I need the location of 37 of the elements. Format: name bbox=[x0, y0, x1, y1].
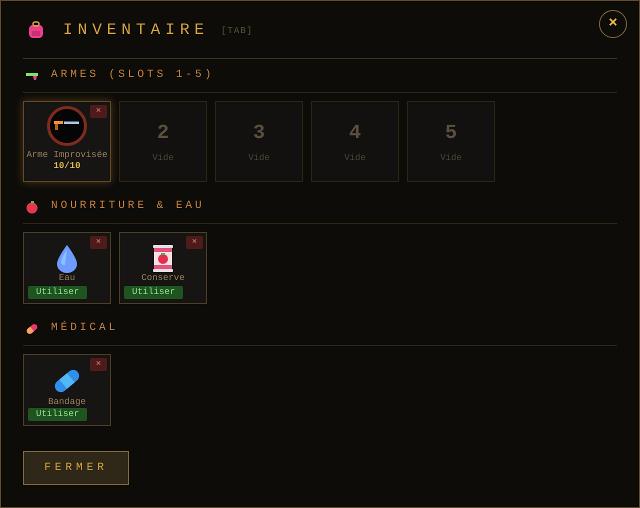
slot-label: Vide bbox=[152, 152, 174, 165]
shortcut-hint: [TAB] bbox=[221, 24, 254, 38]
slot-label: Vide bbox=[344, 152, 366, 165]
close-button[interactable]: × bbox=[599, 10, 627, 38]
item-slot[interactable]: Conserve Utiliser × bbox=[119, 232, 207, 304]
use-button[interactable]: Utiliser bbox=[28, 286, 88, 299]
gun-icon bbox=[47, 106, 87, 146]
item-name: Eau bbox=[58, 273, 76, 284]
item-name: Bandage bbox=[48, 397, 86, 408]
pistol-icon bbox=[25, 70, 39, 80]
slot-number: 3 bbox=[252, 124, 265, 144]
item-name: Conserve bbox=[141, 273, 185, 284]
backpack-icon bbox=[27, 20, 45, 38]
remove-button[interactable]: × bbox=[90, 105, 107, 118]
apple-icon bbox=[25, 200, 39, 214]
remove-button[interactable]: × bbox=[186, 236, 203, 249]
pill-icon bbox=[25, 322, 39, 336]
use-button[interactable]: Utiliser bbox=[28, 408, 88, 421]
weapon-slot[interactable]: Arme Improvisée 10/10 × bbox=[23, 101, 111, 182]
tin-can-icon bbox=[150, 243, 176, 273]
use-button[interactable]: Utiliser bbox=[124, 286, 184, 299]
remove-button[interactable]: × bbox=[90, 358, 107, 371]
slot-label: Vide bbox=[440, 152, 462, 165]
slot-number: 2 bbox=[156, 124, 169, 144]
section-title: MÉDICAL bbox=[51, 320, 118, 336]
item-slot[interactable]: Eau Utiliser × bbox=[23, 232, 111, 304]
slot-number: 5 bbox=[444, 124, 457, 144]
item-name: Arme Improvisée bbox=[26, 150, 108, 161]
ammo-count: 10/10 bbox=[53, 161, 80, 172]
item-slot[interactable]: Bandage Utiliser × bbox=[23, 354, 111, 426]
section-title: ARMES (SLOTS 1-5) bbox=[51, 68, 214, 84]
remove-button[interactable]: × bbox=[90, 236, 107, 249]
slot-label: Vide bbox=[248, 152, 270, 165]
slot-number: 4 bbox=[348, 124, 361, 144]
close-button[interactable]: FERMER bbox=[23, 451, 129, 485]
window-title: INVENTAIRE bbox=[63, 20, 210, 40]
section-title: NOURRITURE & EAU bbox=[51, 199, 205, 214]
